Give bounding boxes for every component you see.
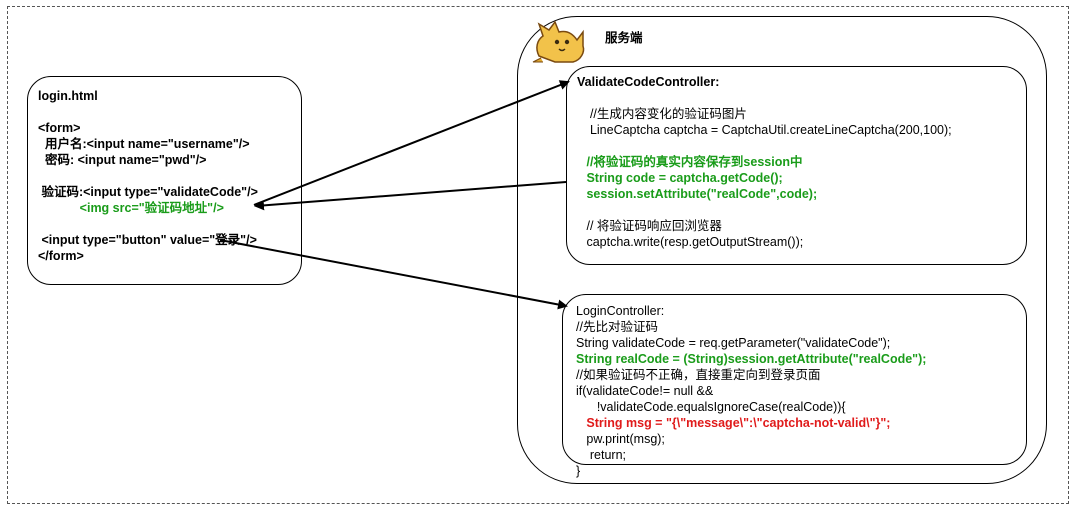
validate-line-10: captcha.write(resp.getOutputStream()); [583,235,804,249]
login-ctrl-line-8: pw.print(msg); [576,432,665,446]
login-ctrl-line-9: return; [576,448,627,462]
login-ctrl-line-4: //如果验证码不正确，直接重定向到登录页面 [576,368,821,382]
login-html-line-10: </form> [38,249,84,263]
validate-line-0: ValidateCodeController: [577,75,720,89]
login-ctrl-line-7: String msg = "{\"message\":\"captcha-not… [576,416,891,430]
validate-line-5: //将验证码的真实内容保存到session中 [583,155,803,169]
validate-line-2: //生成内容变化的验证码图片 [583,107,747,121]
login-html-line-6: 验证码:<input type="validateCode"/> [38,185,258,199]
login-ctrl-line-3: String realCode = (String)session.getAtt… [576,352,927,366]
login-ctrl-line-6: !validateCode.equalsIgnoreCase(realCode)… [576,400,846,414]
validate-line-7: session.setAttribute("realCode",code); [583,187,818,201]
login-html-line-9: <input type="button" value="登录"/> [38,233,257,247]
login-ctrl-line-0: LoginController: [576,304,665,318]
login-ctrl-line-10: } [576,464,581,478]
login-ctrl-line-2: String validateCode = req.getParameter("… [576,336,891,350]
login-html-line-2: <form> [38,121,81,135]
login-html-line-7: <img src="验证码地址"/> [38,201,224,215]
login-ctrl-line-1: //先比对验证码 [576,320,658,334]
login-html-line-0: login.html [38,89,98,103]
login-ctrl-line-5: if(validateCode!= null && [576,384,714,398]
validate-line-6: String code = captcha.getCode(); [583,171,783,185]
validate-line-3: LineCaptcha captcha = CaptchaUtil.create… [583,123,952,137]
validate-line-9: // 将验证码响应回浏览器 [583,219,722,233]
login-html-line-4: 密码: <input name="pwd"/> [38,153,207,167]
login-html-line-3: 用户名:<input name="username"/> [38,137,250,151]
server-title: 服务端 [605,31,643,45]
